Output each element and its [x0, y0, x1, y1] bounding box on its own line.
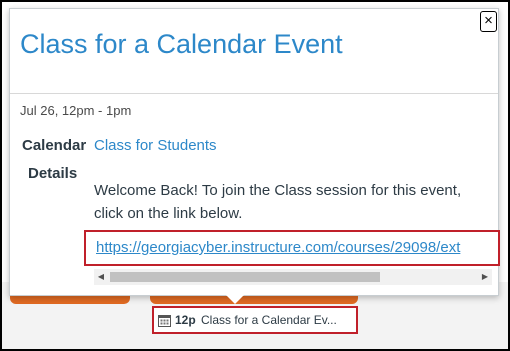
details-link[interactable]: https://georgiacyber.instructure.com/cou… [96, 239, 460, 256]
popover-header: Class for a Calendar Event [10, 9, 498, 94]
event-date: Jul 26, 12pm - 1pm [20, 103, 132, 118]
details-text: Welcome Back! To join the Class session … [94, 182, 462, 222]
event-title: Class for a Calendar Event [20, 29, 343, 59]
calendar-link[interactable]: Class for Students [94, 137, 217, 154]
calendar-event-chip[interactable]: 12p Class for a Calendar Ev... [152, 306, 358, 334]
scroll-left-icon[interactable]: ◀ [94, 269, 108, 285]
calendar-label: Calendar [22, 137, 87, 154]
horizontal-scrollbar[interactable]: ◀ ▶ [94, 269, 492, 285]
details-label: Details [28, 165, 78, 182]
calendar-screen: Class for a Calendar Event × Jul 26, 12p… [0, 0, 510, 351]
calendar-icon [158, 315, 171, 327]
scroll-right-icon[interactable]: ▶ [478, 269, 492, 285]
event-details-popover: Class for a Calendar Event × Jul 26, 12p… [9, 8, 500, 296]
scrollbar-thumb[interactable] [110, 272, 380, 282]
details-link-highlight: https://georgiacyber.instructure.com/cou… [84, 230, 500, 266]
event-chip-title: Class for a Calendar Ev... [201, 313, 337, 327]
popover-pointer [226, 295, 244, 304]
event-time: 12p [175, 313, 196, 327]
close-button[interactable]: × [480, 11, 497, 32]
